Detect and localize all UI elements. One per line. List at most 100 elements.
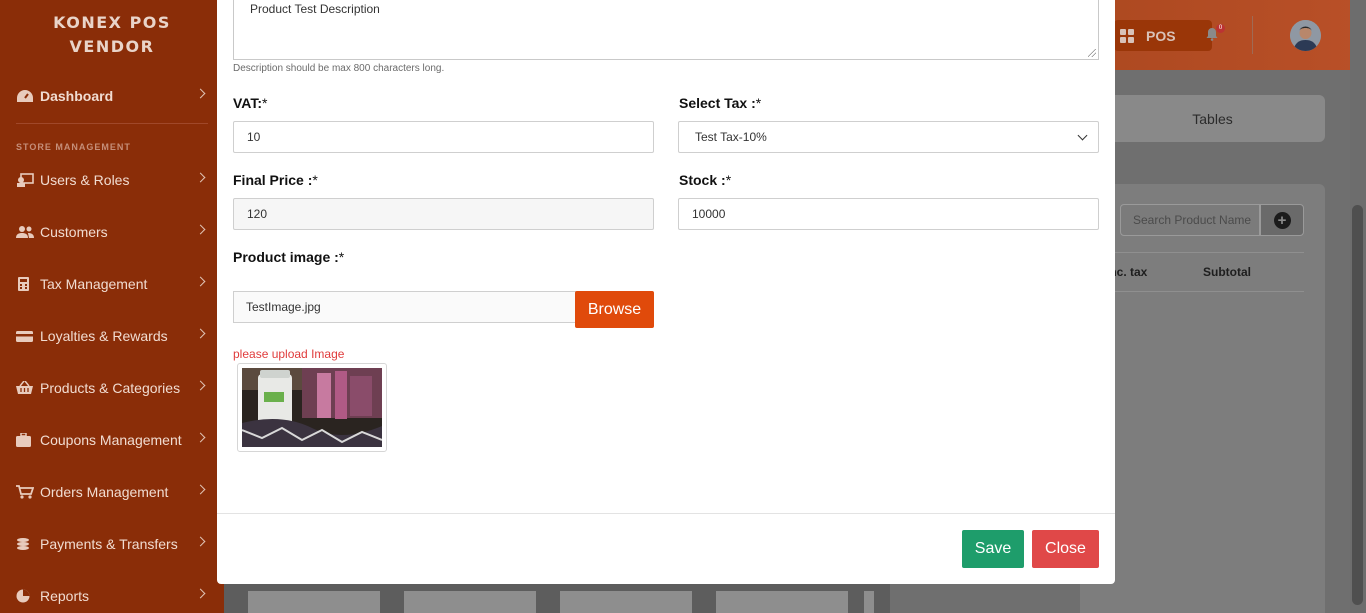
cart-panel [1080,184,1325,613]
save-button[interactable]: Save [962,530,1024,568]
sidebar-item-customers[interactable]: Customers [0,212,224,252]
upload-error-message: please upload Image [233,347,345,361]
image-preview [237,363,387,452]
vat-label: VAT:* [233,95,268,111]
description-textarea[interactable]: Product Test Description [233,0,1099,60]
chevron-right-icon [195,536,206,547]
sidebar-item-label: Reports [40,588,90,604]
sidebar-item-label: Users & Roles [40,172,130,188]
chevron-right-icon [195,328,206,339]
stock-input[interactable]: 10000 [678,198,1099,230]
description-hint: Description should be max 800 characters… [233,63,445,74]
brand-line-1: KONEX POS [53,13,171,32]
file-name-field[interactable]: TestImage.jpg [233,291,576,323]
resize-grip-icon[interactable] [1088,49,1096,57]
chevron-right-icon [195,380,206,391]
edit-product-modal: Product Test Description Description sho… [217,0,1115,584]
final-price-input[interactable]: 120 [233,198,654,230]
final-price-label: Final Price :* [233,172,318,188]
chevron-right-icon [195,276,206,287]
chevron-right-icon [195,432,206,443]
credit-card-icon [16,331,33,342]
vat-label-text: VAT: [233,95,263,111]
file-name-value: TestImage.jpg [246,300,321,314]
sidebar-section-label: STORE MANAGEMENT [16,142,131,152]
sidebar-item-label: Dashboard [40,88,114,104]
column-subtotal: Subtotal [1203,265,1251,279]
tax-label-text: Select Tax : [679,95,756,111]
required-marker: * [338,249,345,265]
description-value: Product Test Description [250,2,380,16]
sidebar-item-label: Loyalties & Rewards [40,328,168,344]
dashboard-icon [17,90,33,102]
sidebar-item-coupons-management[interactable]: Coupons Management [0,420,224,460]
sidebar: KONEX POS VENDOR Dashboard STORE MANAGEM… [0,0,224,613]
sidebar-item-dashboard[interactable]: Dashboard [0,76,224,116]
final-price-label-text: Final Price : [233,172,313,188]
sidebar-item-payments-transfers[interactable]: Payments & Transfers [0,524,224,564]
required-marker: * [262,95,268,111]
sidebar-item-reports[interactable]: Reports [0,576,224,613]
chevron-right-icon [195,484,206,495]
plus-circle-icon: + [1273,211,1291,229]
add-product-button[interactable]: + [1260,204,1304,236]
final-price-value: 120 [247,207,268,221]
sidebar-item-label: Products & Categories [40,380,181,396]
close-button[interactable]: Close [1032,530,1099,568]
sidebar-item-label: Payments & Transfers [40,536,178,552]
users-roles-icon [17,173,34,187]
customers-icon [16,226,34,238]
required-marker: * [312,172,318,188]
sidebar-item-label: Tax Management [40,276,148,292]
notification-bell[interactable]: 0 [1205,24,1225,41]
tax-select[interactable]: Test Tax-10% [678,121,1099,153]
coins-icon [17,538,29,550]
sidebar-item-products-categories[interactable]: Products & Categories [0,368,224,408]
basket-icon [16,381,33,394]
product-tiles-backdrop [224,583,890,613]
product-image-label-text: Product image : [233,249,339,265]
chevron-right-icon [195,224,206,235]
tax-select-value: Test Tax-10% [695,130,767,144]
scrollbar-thumb[interactable] [1352,205,1363,605]
sidebar-item-tax-management[interactable]: Tax Management [0,264,224,304]
briefcase-icon [16,433,31,447]
brand-line-2: VENDOR [69,37,155,56]
tab-tables-label: Tables [1192,110,1233,127]
product-search-input[interactable]: Search Product Name [1120,204,1260,236]
pos-button[interactable]: POS [1114,20,1212,51]
user-avatar-icon [1290,20,1321,51]
sidebar-item-loyalties-rewards[interactable]: Loyalties & Rewards [0,316,224,356]
search-placeholder: Search Product Name [1133,213,1252,227]
sidebar-item-users-roles[interactable]: Users & Roles [0,160,224,200]
chevron-down-icon [1077,130,1088,141]
product-image-label: Product image :* [233,249,344,265]
stock-value: 10000 [692,207,726,221]
grid-icon [1120,28,1134,43]
header-divider [1252,16,1253,54]
brand-logo[interactable]: KONEX POS VENDOR [0,0,224,59]
sidebar-item-label: Coupons Management [40,432,182,448]
pos-label: POS [1146,27,1176,44]
cart-table-header: e inc. tax Subtotal [1088,252,1304,292]
required-marker: * [755,95,762,111]
tax-label: Select Tax :* [679,95,761,111]
chevron-right-icon [195,588,206,599]
vat-input[interactable]: 10 [233,121,654,153]
product-image-thumbnail [241,368,383,447]
tab-tables[interactable]: Tables [1080,95,1325,142]
chevron-right-icon [195,172,206,183]
avatar[interactable] [1290,20,1321,51]
browse-button[interactable]: Browse [575,291,654,328]
modal-footer-divider [217,513,1115,514]
sidebar-item-label: Orders Management [40,484,169,500]
pie-chart-icon [16,589,30,603]
sidebar-item-label: Customers [40,224,108,240]
notification-count-badge: 0 [1216,24,1225,33]
stock-label: Stock :* [679,172,731,188]
page-scrollbar[interactable] [1350,0,1366,613]
sidebar-item-orders-management[interactable]: Orders Management [0,472,224,512]
calculator-icon [18,277,29,291]
stock-label-text: Stock : [679,172,726,188]
required-marker: * [725,172,732,188]
